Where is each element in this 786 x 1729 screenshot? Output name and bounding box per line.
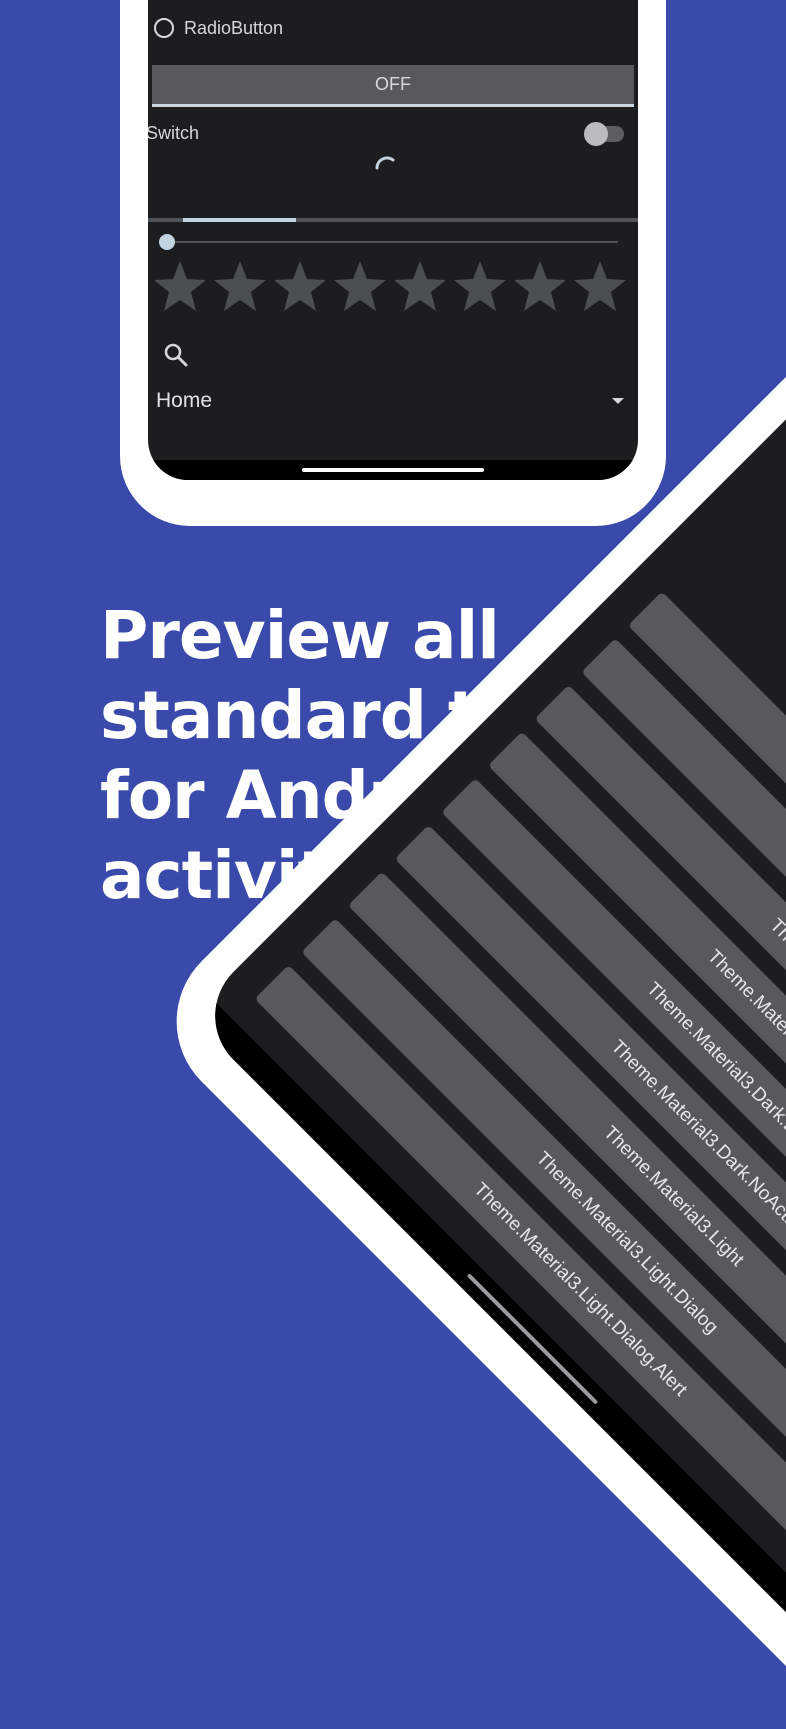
star-icon[interactable] bbox=[210, 258, 270, 314]
rating-bar[interactable] bbox=[150, 258, 630, 314]
star-icon[interactable] bbox=[450, 258, 510, 314]
switch-thumb[interactable] bbox=[584, 122, 608, 146]
triangle-down-icon bbox=[612, 398, 624, 404]
toggle-button[interactable]: OFF bbox=[152, 65, 634, 107]
star-icon[interactable] bbox=[510, 258, 570, 314]
navigation-bar bbox=[148, 460, 638, 480]
star-icon[interactable] bbox=[150, 258, 210, 314]
spinner-selected-value: Home bbox=[156, 389, 213, 412]
star-icon[interactable] bbox=[330, 258, 390, 314]
radio-button-label: RadioButton bbox=[184, 17, 284, 38]
search-icon[interactable] bbox=[162, 341, 190, 369]
loading-spinner-icon bbox=[375, 156, 395, 170]
radio-circle-icon bbox=[154, 18, 174, 38]
demo-screen: RadioButton OFF Switch Home bbox=[148, 0, 638, 480]
star-icon[interactable] bbox=[570, 258, 630, 314]
star-icon[interactable] bbox=[390, 258, 450, 314]
switch-label: Switch bbox=[148, 123, 200, 143]
progress-bar-fill bbox=[183, 218, 296, 222]
progress-bar bbox=[148, 218, 638, 222]
star-icon[interactable] bbox=[270, 258, 330, 314]
home-indicator[interactable] bbox=[302, 468, 484, 472]
seekbar-track[interactable] bbox=[166, 241, 618, 243]
radio-button[interactable]: RadioButton bbox=[154, 14, 283, 42]
device-frame-top: RadioButton OFF Switch Home bbox=[120, 0, 666, 526]
spinner-dropdown[interactable]: Home bbox=[156, 385, 626, 417]
seekbar-thumb[interactable] bbox=[159, 234, 175, 250]
